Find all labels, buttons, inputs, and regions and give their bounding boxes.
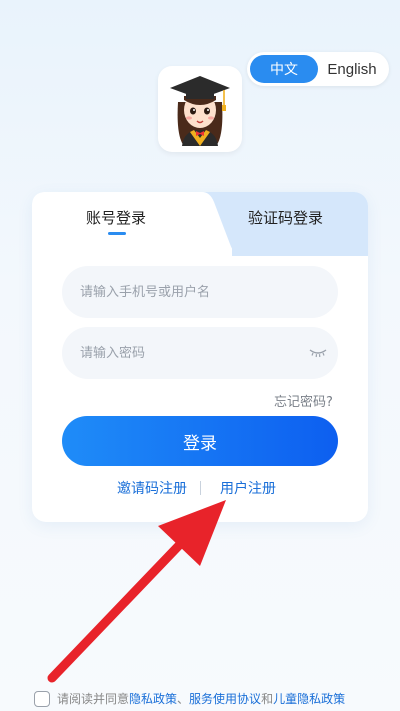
graduate-logo-icon [170,76,230,146]
agreement-row: 请阅读并同意 隐私政策 、 服务使用协议 和 儿童隐私政策 [34,690,345,707]
eye-closed-icon[interactable] [308,345,328,359]
agreement-and: 和 [261,692,274,706]
login-button[interactable]: 登录 [62,416,338,466]
tab-active-indicator [108,232,126,235]
link-divider [200,481,201,495]
forgot-password-link[interactable]: 忘记密码? [274,391,333,410]
app-logo [158,66,242,152]
red-arrow-annotation [47,500,226,683]
invite-code-register-link[interactable]: 邀请码注册 [117,478,187,498]
agreement-checkbox[interactable] [34,690,50,707]
password-input[interactable] [62,327,338,379]
user-register-link[interactable]: 用户注册 [220,478,276,498]
lang-english-button[interactable]: English [318,55,386,83]
phone-or-username-input[interactable] [62,266,338,318]
service-agreement-link[interactable]: 服务使用协议 [189,690,261,707]
tab-code-login[interactable]: 验证码登录 [248,207,323,228]
agreement-prefix: 请阅读并同意 [57,692,130,706]
lang-chinese-button[interactable]: 中文 [250,55,318,83]
child-privacy-policy-link[interactable]: 儿童隐私政策 [273,690,345,707]
agreement-sep: 、 [177,692,190,706]
language-switch: 中文 English [247,52,389,86]
tab-account-login[interactable]: 账号登录 [86,207,146,228]
privacy-policy-link[interactable]: 隐私政策 [129,690,177,707]
